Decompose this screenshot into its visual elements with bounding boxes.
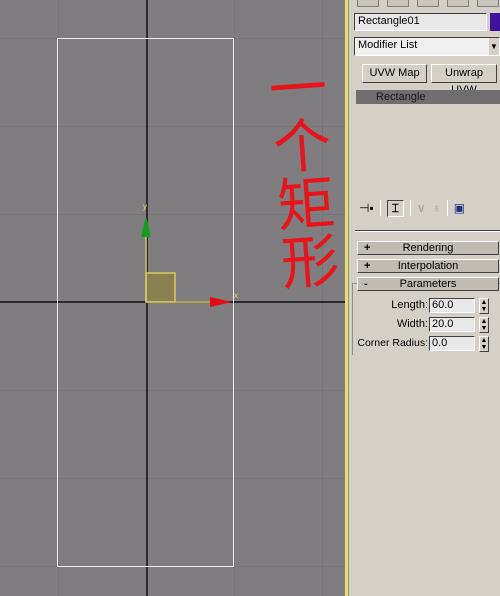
show-end-result-icon[interactable]: ⌶ — [386, 199, 404, 217]
motion-tab-icon[interactable] — [447, 0, 469, 7]
modify-tab-icon[interactable] — [387, 0, 409, 7]
width-input[interactable]: 20.0 — [429, 317, 475, 332]
corner-radius-input[interactable]: 0.0 — [429, 336, 475, 351]
gizmo-plane-handle — [145, 272, 176, 303]
uvw-map-button[interactable]: UVW Map — [362, 64, 427, 83]
command-panel-tabs[interactable] — [357, 0, 500, 7]
divider — [355, 230, 500, 232]
expand-icon: + — [364, 242, 371, 254]
length-label: Length: — [391, 299, 428, 311]
length-spinner[interactable]: ▲ ▼ — [479, 298, 489, 314]
rollout-label: Parameters — [399, 278, 457, 290]
rollout-label: Interpolation — [397, 260, 459, 272]
x-arrow-icon — [210, 297, 232, 307]
rollout-rendering[interactable]: + Rendering — [357, 241, 499, 255]
configure-modifier-sets-icon[interactable]: ▣ — [454, 201, 465, 215]
rollout-interpolation[interactable]: + Interpolation — [357, 259, 499, 273]
remove-modifier-icon[interactable]: ♁ — [432, 201, 441, 215]
stack-toolbar: ⊣▪ ⌶ ∨ ♁ ▣ — [359, 198, 500, 218]
collapse-icon: - — [364, 278, 368, 290]
chevron-down-icon[interactable]: ▼ — [489, 38, 499, 55]
display-tab-icon[interactable] — [477, 0, 499, 7]
viewport-top[interactable]: y x 一个矩形 — [0, 0, 345, 596]
modifier-list-label: Modifier List — [358, 39, 418, 51]
modifier-list-dropdown[interactable]: Modifier List ▼ — [354, 37, 500, 56]
object-color-swatch[interactable] — [490, 13, 500, 31]
separator — [446, 200, 448, 216]
create-tab-icon[interactable] — [357, 0, 379, 7]
command-panel: Rectangle01 Modifier List ▼ UVW Map Unwr… — [349, 0, 500, 596]
length-input[interactable]: 60.0 — [429, 298, 475, 313]
modifier-stack-item[interactable]: Rectangle — [356, 90, 500, 104]
object-name-input[interactable]: Rectangle01 — [354, 13, 487, 31]
separator — [409, 200, 411, 216]
hierarchy-tab-icon[interactable] — [417, 0, 439, 7]
y-arrow-icon — [141, 216, 151, 237]
unwrap-uvw-button[interactable]: Unwrap UVW — [431, 64, 497, 96]
width-label: Width: — [396, 318, 428, 330]
rollout-label: Rendering — [402, 242, 454, 254]
x-axis-label: x — [234, 291, 238, 300]
corner-radius-spinner[interactable]: ▲ ▼ — [479, 336, 489, 352]
separator — [379, 200, 381, 216]
width-spinner[interactable]: ▲ ▼ — [479, 317, 489, 333]
pin-stack-icon[interactable]: ⊣▪ — [359, 201, 374, 215]
make-unique-icon[interactable]: ∨ — [417, 201, 426, 215]
y-axis-label: y — [143, 202, 147, 211]
rollout-parameters[interactable]: - Parameters — [357, 277, 499, 291]
expand-icon: + — [364, 260, 371, 272]
corner-radius-label: Corner Radius: — [357, 337, 428, 349]
